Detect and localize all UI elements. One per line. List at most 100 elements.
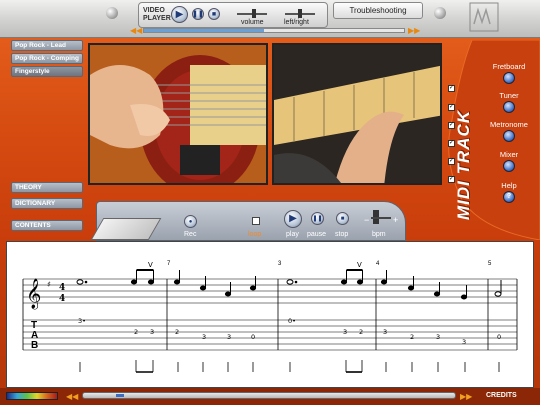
tab-number: 3• bbox=[78, 317, 86, 325]
time-signature-icon: 4 bbox=[59, 294, 65, 304]
midi-track-title: MIDI TRACK bbox=[454, 109, 473, 220]
tool-label: Help bbox=[501, 181, 517, 190]
measure-number: 4 bbox=[376, 261, 380, 267]
play-label: play bbox=[286, 231, 299, 238]
guitar-fretting-image bbox=[274, 45, 440, 183]
lesson-progress-fill bbox=[116, 394, 125, 397]
fretboard-button[interactable] bbox=[503, 72, 515, 84]
stop-button[interactable]: ■ bbox=[208, 8, 220, 20]
lesson-item[interactable]: Pop Rock - Comping bbox=[11, 53, 83, 64]
midi-pause-button[interactable]: ❚❚ bbox=[311, 212, 324, 225]
track-checkbox[interactable]: ✓ bbox=[448, 104, 455, 111]
pan-slider-thumb[interactable] bbox=[298, 9, 302, 18]
video-progress-bar[interactable] bbox=[143, 28, 405, 33]
record-button[interactable]: ● bbox=[184, 215, 197, 228]
lesson-item[interactable]: Fingerstyle bbox=[11, 66, 83, 77]
guitar-picking-image bbox=[90, 45, 266, 183]
measure-number: 3 bbox=[278, 261, 282, 267]
vibrato-icon: V bbox=[357, 261, 362, 269]
video-right-hand bbox=[88, 43, 268, 185]
vibrato-icon: V bbox=[148, 261, 153, 269]
tab-number: 3 bbox=[436, 333, 440, 341]
measure-number: 5 bbox=[488, 261, 492, 267]
color-scale-bar bbox=[6, 392, 58, 400]
midi-play-button[interactable]: ▶ bbox=[284, 210, 302, 228]
lesson-progress-bar[interactable] bbox=[82, 392, 456, 399]
stop-icon: ■ bbox=[340, 215, 345, 222]
play-button[interactable]: ▶ bbox=[171, 6, 188, 23]
window-knob-icon[interactable] bbox=[106, 7, 118, 19]
troubleshooting-button[interactable]: Troubleshooting bbox=[333, 2, 423, 19]
bottom-rewind-icon[interactable]: ◀◀ bbox=[66, 392, 78, 401]
video-progress-fill bbox=[144, 29, 264, 32]
track-checkbox[interactable]: ✓ bbox=[448, 140, 455, 147]
credits-button[interactable]: CREDITS bbox=[486, 392, 517, 399]
pause-icon: ❚❚ bbox=[192, 10, 204, 18]
tool-label: Mixer bbox=[499, 150, 519, 159]
play-icon: ▶ bbox=[175, 8, 184, 20]
pause-icon: ❚❚ bbox=[312, 215, 323, 222]
lesson-item[interactable]: Pop Rock - Lead bbox=[11, 40, 83, 51]
stop-icon: ■ bbox=[211, 10, 217, 18]
dictionary-button[interactable]: DICTIONARY bbox=[11, 198, 83, 209]
video-player-controls: VIDEO PLAYER ▶ ❚❚ ■ volume left/right bbox=[138, 2, 328, 28]
tab-number: 2 bbox=[175, 328, 179, 336]
bpm-label: bpm bbox=[372, 231, 386, 238]
logo-icon bbox=[469, 2, 499, 32]
bpm-increase-button[interactable]: + bbox=[393, 215, 398, 225]
notation-staff: 𝄞 ♯ 4 4 V V 7 3 4 5 T A B 3•2 3 23 3 00•… bbox=[22, 261, 518, 373]
track-checkbox[interactable]: ✓ bbox=[448, 158, 455, 165]
bpm-decrease-button[interactable]: − bbox=[364, 215, 369, 225]
key-signature-icon: ♯ bbox=[47, 280, 51, 289]
top-bar: VIDEO PLAYER ▶ ❚❚ ■ volume left/right Tr… bbox=[0, 0, 540, 38]
tab-number: 3 bbox=[343, 328, 347, 336]
measure-number: 7 bbox=[167, 261, 171, 267]
midi-stop-button[interactable]: ■ bbox=[336, 212, 349, 225]
tool-label: Tuner bbox=[499, 91, 519, 100]
rewind-icon[interactable]: ◀◀ bbox=[130, 26, 142, 35]
video-left-hand bbox=[272, 43, 442, 185]
track-checkbox[interactable]: ✓ bbox=[448, 85, 455, 92]
record-icon: ● bbox=[188, 218, 193, 225]
mixer-button[interactable] bbox=[503, 160, 515, 172]
track-checkbox[interactable]: ✓ bbox=[448, 122, 455, 129]
window-knob-icon[interactable] bbox=[434, 7, 446, 19]
treble-clef-icon: 𝄞 bbox=[26, 278, 41, 310]
tab-number: 3 bbox=[202, 333, 206, 341]
loop-checkbox[interactable] bbox=[252, 217, 260, 225]
tab-number: 3 bbox=[462, 338, 466, 346]
help-button[interactable]: ? bbox=[503, 191, 515, 203]
app-window: VIDEO PLAYER ▶ ❚❚ ■ volume left/right Tr… bbox=[0, 0, 540, 405]
loop-label: loop bbox=[248, 231, 262, 238]
play-icon: ▶ bbox=[289, 213, 297, 224]
bpm-slider-track[interactable] bbox=[371, 217, 391, 219]
tab-number: 2 bbox=[134, 328, 138, 336]
tab-number: 3 bbox=[227, 333, 231, 341]
pause-button[interactable]: ❚❚ bbox=[192, 8, 204, 20]
rec-label: Rec bbox=[184, 231, 197, 238]
bottom-forward-icon[interactable]: ▶▶ bbox=[460, 392, 472, 401]
tab-numbers: 3• 2 3 2 3 3 0 0• 3 2 3 2 3 3 0 bbox=[78, 317, 501, 346]
tab-number: 0 bbox=[251, 333, 255, 341]
notation-panel: 𝄞 ♯ 4 4 V V 7 3 4 5 T A B 3• 2 3 2 3 3 0… bbox=[6, 241, 534, 388]
theory-button[interactable]: THEORY bbox=[11, 182, 83, 193]
volume-slider-thumb[interactable] bbox=[252, 9, 256, 18]
app-logo bbox=[468, 2, 500, 34]
tuner-button[interactable] bbox=[503, 101, 515, 113]
tool-label: Fretboard bbox=[492, 62, 526, 71]
contents-button[interactable]: CONTENTS bbox=[11, 220, 83, 231]
fast-forward-icon[interactable]: ▶▶ bbox=[408, 26, 420, 35]
track-checkbox[interactable]: ✓ bbox=[448, 176, 455, 183]
tab-number: 3 bbox=[383, 328, 387, 336]
tab-number: 2 bbox=[359, 328, 363, 336]
stop-label: stop bbox=[335, 231, 349, 238]
pause-label: pause bbox=[307, 231, 327, 238]
pan-label: left/right bbox=[284, 19, 309, 26]
tab-letter: B bbox=[31, 340, 38, 351]
metronome-button[interactable] bbox=[503, 130, 515, 142]
tab-number: 2 bbox=[410, 333, 414, 341]
tab-number: 3 bbox=[150, 328, 154, 336]
tool-label: Metronome bbox=[490, 120, 528, 129]
volume-label: volume bbox=[241, 19, 264, 26]
tab-number: 0• bbox=[288, 317, 296, 325]
